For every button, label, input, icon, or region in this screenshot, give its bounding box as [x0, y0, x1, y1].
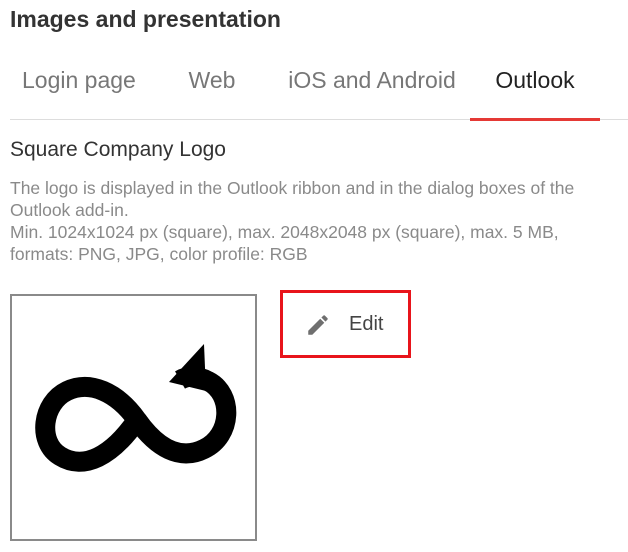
- images-presentation-panel: Images and presentation Login page Web i…: [0, 0, 628, 552]
- tab-ios-android[interactable]: iOS and Android: [282, 56, 462, 120]
- logo-preview: [10, 294, 257, 541]
- field-description-line2: Min. 1024x1024 px (square), max. 2048x20…: [10, 222, 559, 264]
- tab-outlook[interactable]: Outlook: [470, 56, 600, 121]
- field-description-line1: The logo is displayed in the Outlook rib…: [10, 178, 575, 220]
- tab-bar: Login page Web iOS and Android Outlook: [10, 56, 628, 121]
- tab-login-page[interactable]: Login page: [10, 56, 148, 120]
- edit-button-label: Edit: [349, 313, 384, 335]
- edit-logo-button[interactable]: Edit: [280, 290, 411, 358]
- pencil-icon: [308, 315, 328, 335]
- section-title: Images and presentation: [10, 6, 281, 32]
- field-title: Square Company Logo: [10, 138, 226, 161]
- tab-web[interactable]: Web: [182, 56, 242, 120]
- infinity-loop-logo-icon: [35, 344, 237, 472]
- field-description: The logo is displayed in the Outlook rib…: [10, 177, 620, 265]
